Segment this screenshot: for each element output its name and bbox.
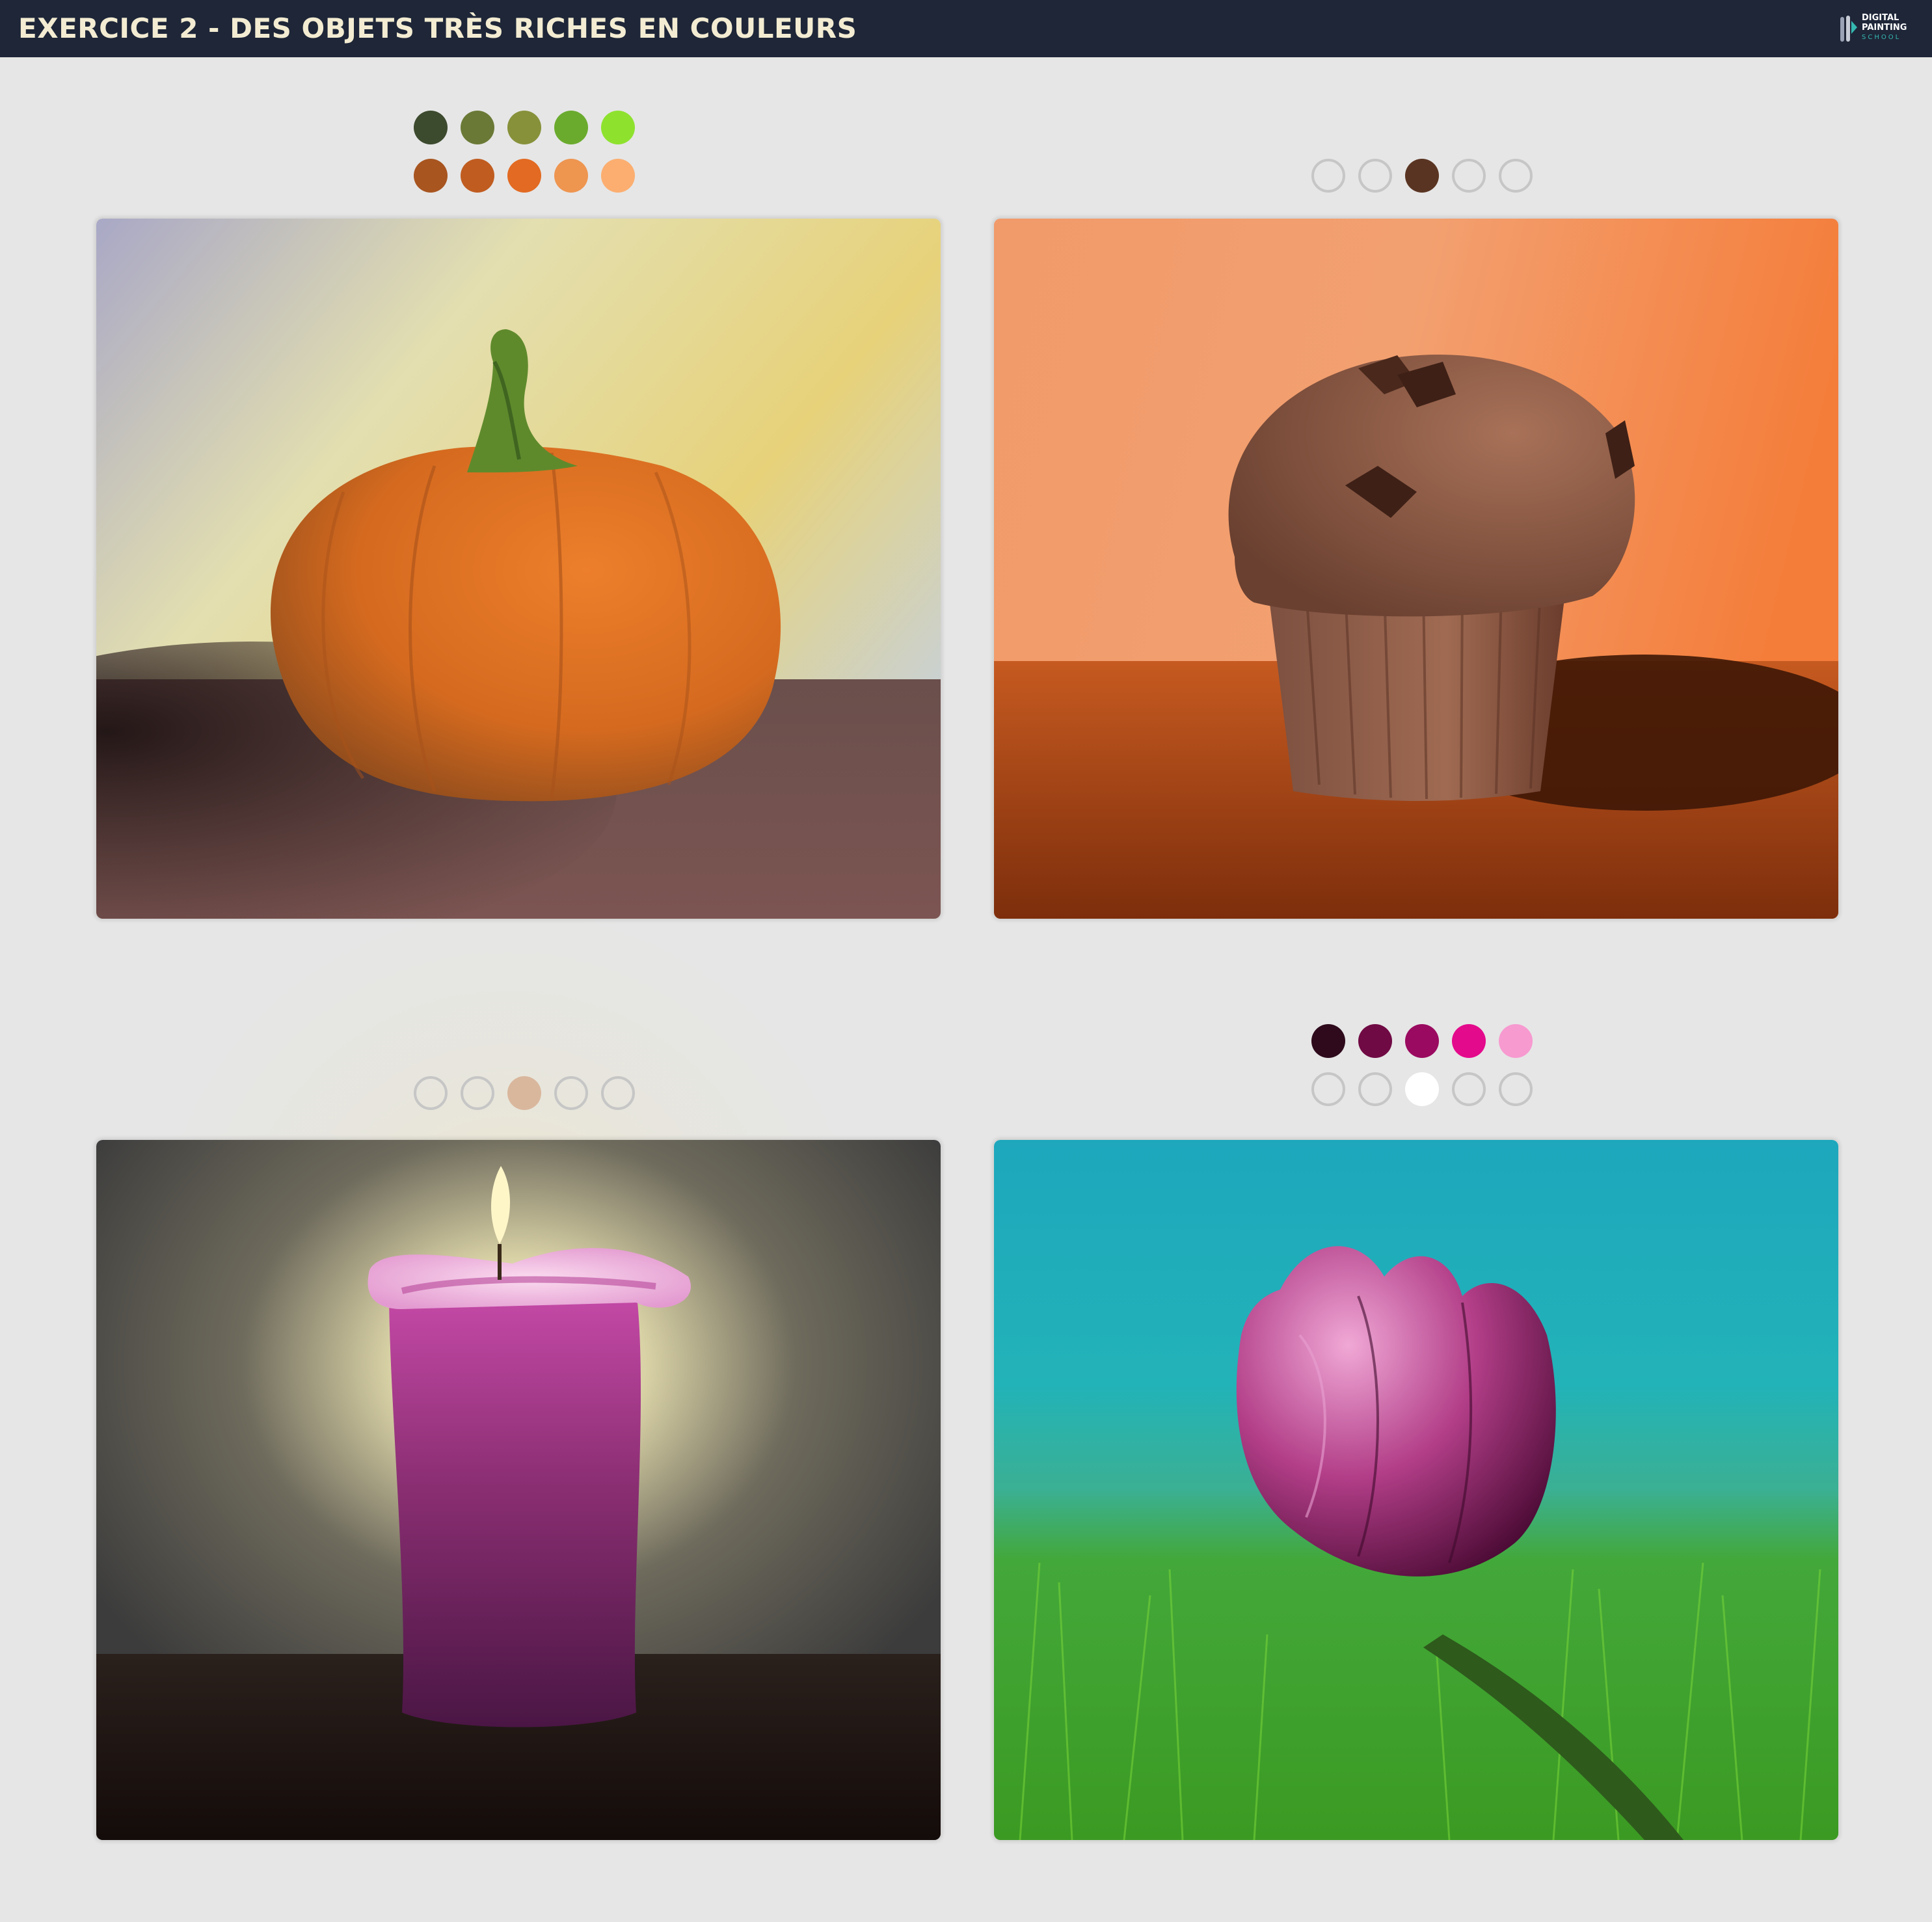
palette-row xyxy=(1311,1072,1533,1106)
color-swatch xyxy=(461,111,494,144)
color-swatch xyxy=(601,111,635,144)
color-swatch xyxy=(507,159,541,193)
palette-row xyxy=(1311,1024,1533,1058)
logo-word-digital: DIGITAL xyxy=(1862,13,1899,23)
empty-color-swatch xyxy=(1358,1072,1392,1106)
color-swatch xyxy=(601,159,635,193)
empty-color-swatch xyxy=(554,1076,588,1110)
empty-color-swatch xyxy=(1452,1072,1486,1106)
color-swatch xyxy=(1452,1024,1486,1058)
color-swatch xyxy=(1405,1024,1439,1058)
empty-color-swatch xyxy=(1499,159,1533,193)
palette-muffin xyxy=(1311,159,1533,207)
muffin-illustration xyxy=(994,219,1838,919)
empty-color-swatch xyxy=(1452,159,1486,193)
palette-row xyxy=(414,1076,635,1110)
empty-color-swatch xyxy=(601,1076,635,1110)
color-swatch xyxy=(554,111,588,144)
candle-illustration xyxy=(96,1140,941,1840)
pumpkin-illustration xyxy=(96,219,941,919)
palette-row xyxy=(1311,159,1533,193)
empty-color-swatch xyxy=(414,1076,448,1110)
color-swatch xyxy=(461,159,494,193)
color-swatch xyxy=(1358,1024,1392,1058)
palette-row xyxy=(414,159,635,193)
palette-tulip xyxy=(1311,1024,1533,1120)
color-swatch xyxy=(507,111,541,144)
color-swatch xyxy=(1311,1024,1345,1058)
color-swatch xyxy=(1405,159,1439,193)
painting-pumpkin xyxy=(96,219,941,919)
palette-pumpkin xyxy=(414,111,635,207)
tulip-illustration xyxy=(994,1140,1838,1840)
header-bar: EXERCICE 2 - DES OBJETS TRÈS RICHES EN C… xyxy=(0,0,1932,57)
empty-color-swatch xyxy=(1311,159,1345,193)
painting-muffin xyxy=(994,219,1838,919)
digital-painting-school-logo: DIGITAL PAINTING SCHOOL xyxy=(1838,12,1915,47)
page-title: EXERCICE 2 - DES OBJETS TRÈS RICHES EN C… xyxy=(18,12,857,44)
color-swatch xyxy=(507,1076,541,1110)
painting-tulip xyxy=(994,1140,1838,1840)
empty-color-swatch xyxy=(1311,1072,1345,1106)
empty-color-swatch xyxy=(461,1076,494,1110)
brush-logo-icon xyxy=(1840,16,1857,42)
palette-row xyxy=(414,111,635,144)
color-swatch xyxy=(1499,1024,1533,1058)
empty-color-swatch xyxy=(1358,159,1392,193)
color-swatch xyxy=(554,159,588,193)
color-swatch xyxy=(414,159,448,193)
logo-word-painting: PAINTING xyxy=(1862,23,1907,33)
logo-text: DIGITAL PAINTING SCHOOL xyxy=(1862,13,1907,42)
painting-candle xyxy=(96,1140,941,1840)
empty-color-swatch xyxy=(1499,1072,1533,1106)
color-swatch xyxy=(1405,1072,1439,1106)
color-swatch xyxy=(414,111,448,144)
palette-candle xyxy=(414,1076,635,1124)
logo-word-school: SCHOOL xyxy=(1862,34,1901,41)
